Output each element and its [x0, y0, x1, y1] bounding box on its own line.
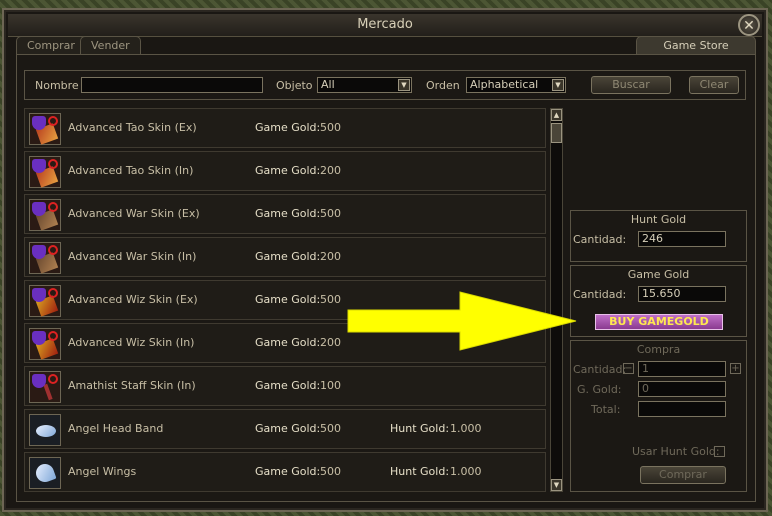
game-gold-price: 200 [320, 336, 341, 349]
game-gold-qty-label: Cantidad: [573, 288, 627, 301]
scroll-down-icon[interactable]: ▼ [551, 479, 562, 491]
purchase-gg-label: G. Gold: [577, 383, 622, 396]
game-gold-label: Game Gold: [255, 250, 321, 263]
game-gold-price: 500 [320, 293, 341, 306]
dropdown-arrow-icon[interactable]: ▼ [398, 79, 410, 91]
purchase-total-label: Total: [591, 403, 621, 416]
object-select[interactable]: All ▼ [317, 77, 412, 93]
use-hunt-gold-checkbox[interactable] [714, 446, 725, 457]
clear-button[interactable]: Clear [689, 76, 739, 94]
purchase-qty-input[interactable]: 1 [638, 361, 726, 377]
game-gold-price: 500 [320, 207, 341, 220]
tab-vender[interactable]: Vender [80, 36, 141, 55]
tab-game-store[interactable]: Game Store [636, 36, 756, 54]
item-name: Angel Wings [68, 465, 137, 478]
item-icon [29, 457, 61, 489]
game-gold-label: Game Gold: [255, 465, 321, 478]
window-title: Mercado [357, 17, 413, 32]
search-bar: Nombre Objeto All ▼ Orden Alphabetical ▼… [24, 70, 746, 100]
game-gold-label: Game Gold: [255, 207, 321, 220]
name-label: Nombre [35, 79, 79, 92]
purchase-gg-value: 0 [638, 381, 726, 397]
item-name: Advanced War Skin (Ex) [68, 207, 200, 220]
item-icon [29, 156, 61, 188]
item-name: Amathist Staff Skin (In) [68, 379, 196, 392]
game-gold-title: Game Gold [627, 268, 690, 281]
item-icon [29, 242, 61, 274]
use-hunt-gold-label: Usar Hunt Gold: [632, 445, 720, 458]
list-item[interactable]: Angel Wings Game Gold: 500 Hunt Gold: 1.… [24, 452, 546, 492]
game-gold-label: Game Gold: [255, 422, 321, 435]
item-icon [29, 113, 61, 145]
plus-icon[interactable]: + [730, 363, 741, 374]
purchase-title: Compra [636, 343, 681, 356]
object-label: Objeto [276, 79, 313, 92]
hunt-gold-label: Hunt Gold: [390, 465, 450, 478]
minus-icon[interactable]: − [623, 363, 634, 374]
game-gold-qty: 15.650 [638, 286, 726, 302]
game-gold-label: Game Gold: [255, 121, 321, 134]
item-icon [29, 328, 61, 360]
object-select-value: All [321, 78, 335, 91]
hunt-gold-box: Hunt Gold Cantidad: 246 [570, 210, 747, 262]
purchase-qty-label: Cantidad: [573, 363, 627, 376]
close-icon[interactable]: ✕ [738, 14, 760, 36]
item-name: Angel Head Band [68, 422, 164, 435]
item-icon [29, 285, 61, 317]
buy-gamegold-button[interactable]: BUY GAMEGOLD [595, 314, 723, 330]
search-button[interactable]: Buscar [591, 76, 671, 94]
game-gold-price: 500 [320, 121, 341, 134]
hunt-gold-price: 1.000 [450, 422, 482, 435]
name-input[interactable] [81, 77, 263, 93]
game-gold-label: Game Gold: [255, 379, 321, 392]
item-icon [29, 371, 61, 403]
scroll-thumb[interactable] [551, 123, 562, 143]
game-gold-label: Game Gold: [255, 293, 321, 306]
purchase-box: Compra Cantidad: − 1 + G. Gold: 0 Total:… [570, 340, 747, 492]
item-name: Advanced War Skin (In) [68, 250, 197, 263]
list-item[interactable]: Advanced Tao Skin (Ex) Game Gold: 500 [24, 108, 546, 148]
window-titlebar: Mercado ✕ [8, 14, 762, 37]
game-gold-price: 200 [320, 164, 341, 177]
tab-comprar[interactable]: Comprar [16, 36, 86, 55]
game-gold-price: 100 [320, 379, 341, 392]
list-item[interactable]: Advanced War Skin (Ex) Game Gold: 500 [24, 194, 546, 234]
order-label: Orden [426, 79, 460, 92]
dropdown-arrow-icon[interactable]: ▼ [552, 79, 564, 91]
item-name: Advanced Tao Skin (Ex) [68, 121, 197, 134]
list-item[interactable]: Advanced War Skin (In) Game Gold: 200 [24, 237, 546, 277]
item-name: Advanced Wiz Skin (Ex) [68, 293, 198, 306]
game-gold-price: 200 [320, 250, 341, 263]
item-name: Advanced Wiz Skin (In) [68, 336, 195, 349]
game-gold-price: 500 [320, 465, 341, 478]
item-icon [29, 414, 61, 446]
hunt-gold-label: Hunt Gold: [390, 422, 450, 435]
game-gold-price: 500 [320, 422, 341, 435]
game-gold-label: Game Gold: [255, 164, 321, 177]
purchase-button[interactable]: Comprar [640, 466, 726, 484]
list-item[interactable]: Advanced Tao Skin (In) Game Gold: 200 [24, 151, 546, 191]
list-item[interactable]: Angel Head Band Game Gold: 500 Hunt Gold… [24, 409, 546, 449]
purchase-total-value [638, 401, 726, 417]
game-gold-box: Game Gold Cantidad: 15.650 BUY GAMEGOLD [570, 265, 747, 337]
arrow-pointer-icon [347, 291, 577, 351]
hunt-gold-qty-label: Cantidad: [573, 233, 627, 246]
list-item[interactable]: Amathist Staff Skin (In) Game Gold: 100 [24, 366, 546, 406]
scroll-up-icon[interactable]: ▲ [551, 109, 562, 121]
order-select-value: Alphabetical [470, 78, 539, 91]
item-icon [29, 199, 61, 231]
hunt-gold-price: 1.000 [450, 465, 482, 478]
item-name: Advanced Tao Skin (In) [68, 164, 194, 177]
game-gold-label: Game Gold: [255, 336, 321, 349]
order-select[interactable]: Alphabetical ▼ [466, 77, 566, 93]
hunt-gold-title: Hunt Gold [630, 213, 687, 226]
hunt-gold-qty: 246 [638, 231, 726, 247]
